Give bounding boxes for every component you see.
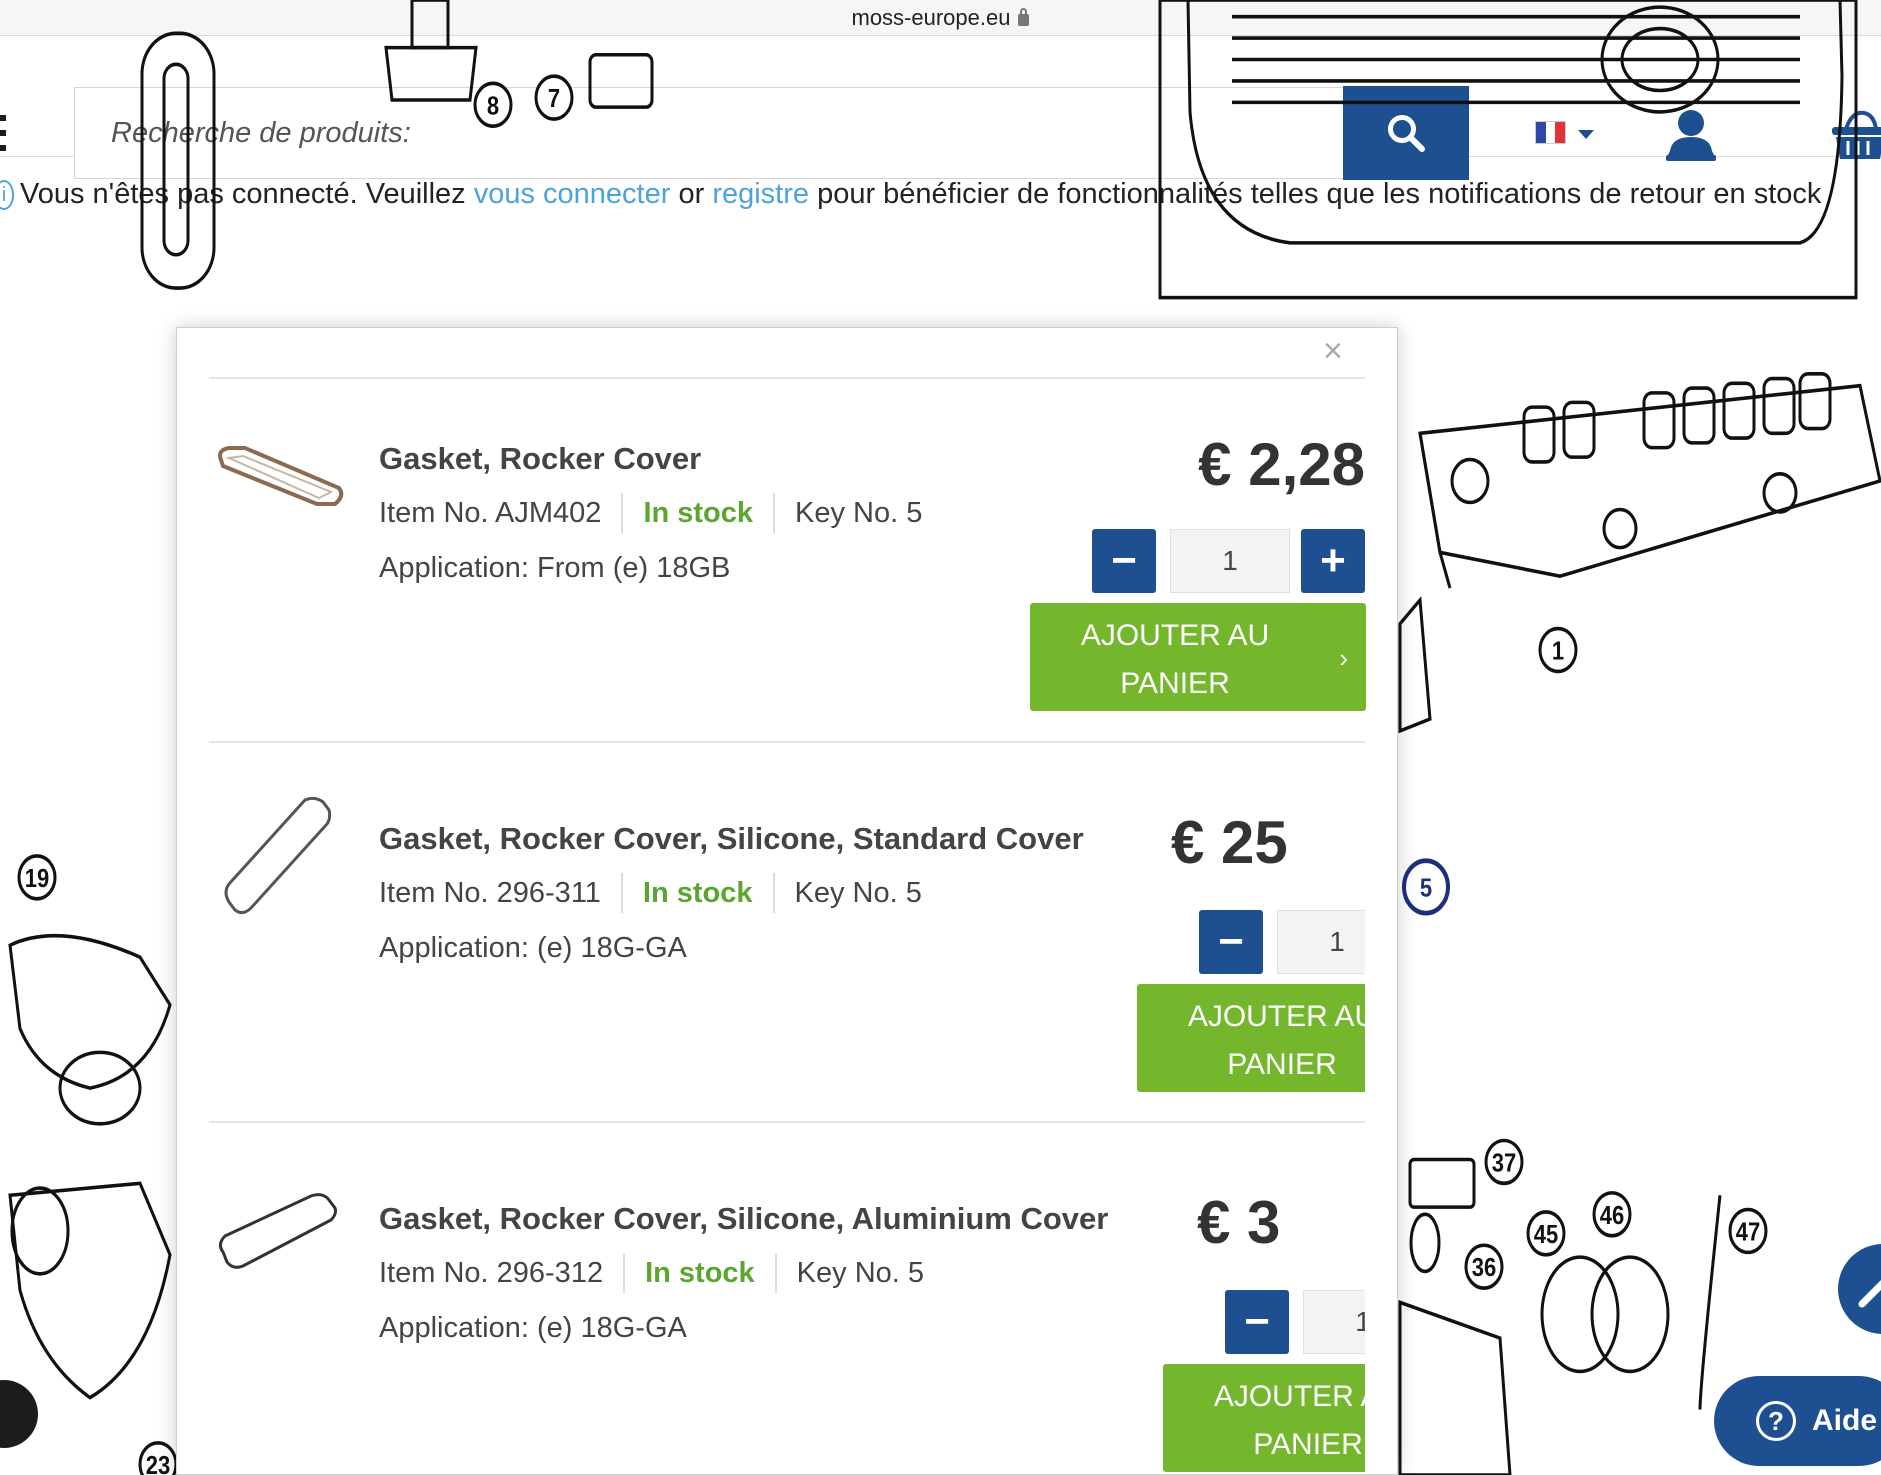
divider [209,1121,1365,1123]
diagram-label-7: 7 [548,84,560,113]
help-label: Aide [1812,1404,1878,1437]
add-to-cart-button[interactable]: AJOUTER AU PANIER [1137,984,1365,1092]
quantity-decrease-button[interactable]: − [1225,1290,1289,1354]
gasket-thumbnail [218,1193,337,1269]
item-number: Item No. AJM402 [379,496,602,529]
product-name[interactable]: Gasket, Rocker Cover, Silicone, Aluminiu… [379,1201,1108,1237]
item-number: Item No. 296-311 [379,876,601,909]
quantity-input[interactable] [1170,529,1290,593]
key-number: Key No. 5 [795,496,923,529]
quantity-decrease-button[interactable]: − [1199,910,1263,974]
stock-status: In stock [643,496,754,529]
divider [209,377,1365,379]
key-number: Key No. 5 [794,876,922,909]
product-name[interactable]: Gasket, Rocker Cover, Silicone, Standard… [379,821,1084,857]
diagram-label-37: 37 [1492,1149,1516,1178]
product-meta: Item No. 296-312 In stock Key No. 5 [379,1253,924,1293]
add-to-cart-label: AJOUTER AU PANIER [1213,1380,1365,1461]
product-list-modal: × Gasket, Rocker Cover Item No. AJM402 I… [176,327,1398,1475]
product-application: Application: (e) 18G-GA [379,932,687,964]
key-number: Key No. 5 [796,1256,925,1289]
product-price: € 25 [1171,809,1288,876]
item-number: Item No. 296-312 [379,1256,604,1289]
gasket-thumbnail [224,796,332,915]
diagram-label-46: 46 [1600,1201,1624,1230]
product-application: Application: From (e) 18GB [379,552,731,584]
quantity-input[interactable] [1277,910,1365,974]
product-price: € 3 [1197,1189,1281,1256]
chevron-right-icon: › [1339,643,1348,673]
add-to-cart-button[interactable]: AJOUTER AU PANIER [1163,1364,1365,1472]
diagram-label-8: 8 [487,92,499,121]
product-application: Application: (e) 18G-GA [379,1312,687,1344]
diagram-label-36: 36 [1472,1253,1496,1282]
add-to-cart-button[interactable]: AJOUTER AU PANIER › [1030,603,1366,711]
diagram-label-5: 5 [1420,874,1432,903]
diagram-label-1: 1 [1552,637,1564,666]
add-to-cart-label: AJOUTER AU PANIER [1080,619,1270,700]
diagram-label-19: 19 [25,864,49,893]
stock-status: In stock [645,1256,755,1289]
add-to-cart-label: AJOUTER AU PANIER [1187,1000,1365,1081]
diagram-label-45: 45 [1534,1220,1558,1249]
product-name[interactable]: Gasket, Rocker Cover [379,441,701,477]
diagram-label-23: 23 [146,1451,170,1475]
help-button[interactable]: ? Aide [1714,1376,1881,1466]
stock-status: In stock [642,876,753,909]
product-price: € 2,28 [1198,431,1365,498]
product-meta: Item No. AJM402 In stock Key No. 5 [379,493,922,533]
page: moss-europe.eu Recherche de produits: i … [0,0,1881,1475]
divider [209,741,1365,743]
quantity-input[interactable] [1303,1290,1365,1354]
diagram-label-47: 47 [1736,1218,1760,1247]
close-icon[interactable]: × [1323,333,1343,369]
help-icon: ? [1756,1401,1796,1441]
gasket-thumbnail [218,446,344,506]
quantity-decrease-button[interactable]: − [1092,529,1156,593]
product-meta: Item No. 296-311 In stock Key No. 5 [379,873,922,913]
arrow-up-icon [1858,1280,1881,1308]
quantity-increase-button[interactable]: + [1301,529,1365,593]
